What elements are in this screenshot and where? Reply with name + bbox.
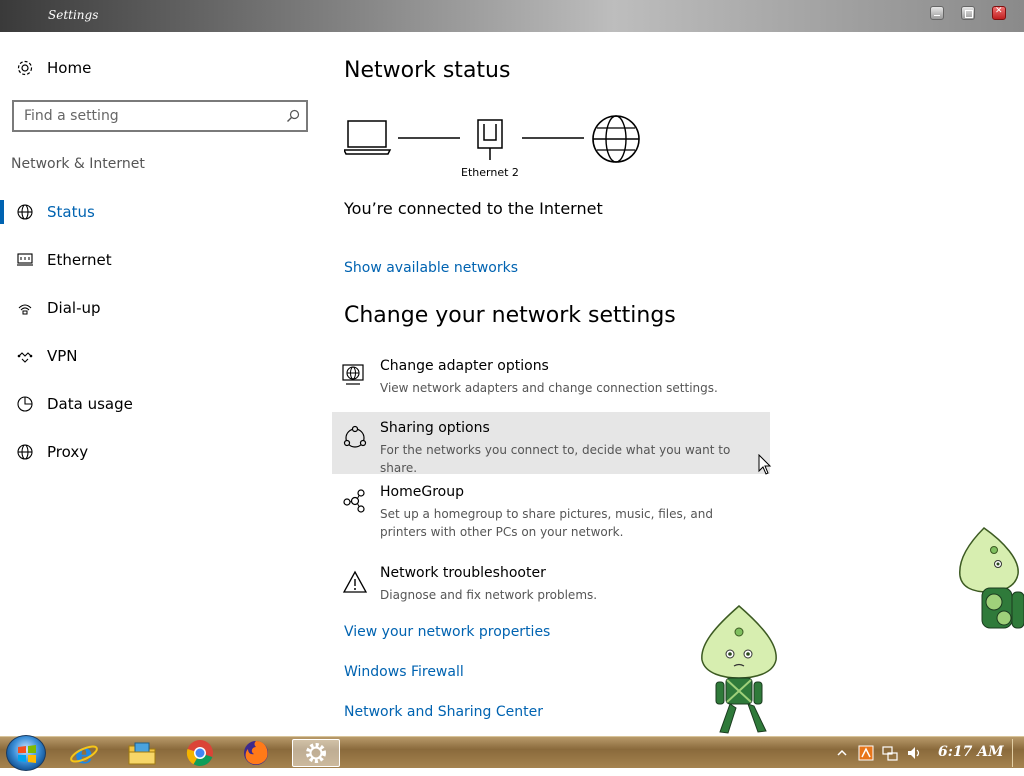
- data-usage-icon: [17, 396, 33, 412]
- ethernet-icon: [17, 253, 33, 266]
- chrome-icon: [186, 740, 213, 767]
- search-input[interactable]: [24, 107, 274, 125]
- network-tray-icon[interactable]: [882, 745, 898, 761]
- maximize-button[interactable]: [961, 6, 975, 20]
- volume-icon[interactable]: [906, 745, 922, 761]
- sidebar-item-home[interactable]: Home: [0, 48, 320, 88]
- tray-app-icon[interactable]: [858, 745, 874, 761]
- sidebar-item-label: Proxy: [47, 443, 89, 461]
- minimize-button[interactable]: [930, 6, 944, 20]
- close-button[interactable]: [992, 6, 1006, 20]
- network-properties-link[interactable]: View your network properties: [344, 624, 550, 640]
- dialup-icon: [18, 304, 32, 315]
- svg-text:e: e: [75, 739, 93, 767]
- sharing-center-link[interactable]: Network and Sharing Center: [344, 704, 543, 720]
- warning-icon: [342, 570, 368, 593]
- adapter-globe-icon: [342, 364, 364, 385]
- title-bar: Settings: [0, 0, 1024, 32]
- sidebar-item-label: Dial-up: [47, 299, 101, 317]
- show-desktop-button[interactable]: [1012, 739, 1022, 767]
- sidebar-item-label: Data usage: [47, 395, 133, 413]
- vpn-icon: [17, 352, 33, 363]
- sidebar-item-ethernet[interactable]: Ethernet: [0, 240, 320, 280]
- setting-description: For the networks you connect to, decide …: [380, 443, 731, 475]
- sidebar-item-data-usage[interactable]: Data usage: [0, 384, 320, 424]
- setting-description: Diagnose and fix network problems.: [380, 588, 598, 602]
- sidebar-item-vpn[interactable]: VPN: [0, 336, 320, 376]
- sidebar-item-dialup[interactable]: Dial-up: [0, 288, 320, 328]
- homegroup[interactable]: HomeGroup Set up a homegroup to share pi…: [332, 476, 770, 550]
- sidebar-item-label: Ethernet: [47, 251, 112, 269]
- file-explorer-icon: [128, 742, 156, 765]
- taskbar-chrome[interactable]: [180, 739, 220, 767]
- mascot-character-icon: [959, 527, 1024, 629]
- setting-title: Network troubleshooter: [380, 565, 546, 581]
- taskbar: e 6:17 AM: [0, 735, 1024, 771]
- firefox-icon: [244, 741, 268, 765]
- taskbar-settings[interactable]: [292, 739, 340, 767]
- taskbar-file-explorer[interactable]: [122, 739, 162, 767]
- clock[interactable]: 6:17 AM: [938, 744, 1004, 760]
- main-content: Network status Ethernet 2 You’re connect…: [320, 32, 1024, 736]
- sidebar-item-proxy[interactable]: Proxy: [0, 432, 320, 472]
- homegroup-icon: [343, 489, 365, 513]
- section-heading: Change your network settings: [344, 303, 676, 328]
- show-hidden-icons-icon[interactable]: [834, 745, 850, 761]
- window-title: Settings: [48, 8, 99, 22]
- setting-title: HomeGroup: [380, 484, 464, 500]
- globe-icon: [17, 204, 33, 220]
- adapter-label: Ethernet 2: [461, 166, 519, 179]
- globe-icon: [17, 444, 33, 460]
- mascot-character-icon: [701, 605, 777, 734]
- connection-status: You’re connected to the Internet: [344, 199, 603, 218]
- section-title: Network & Internet: [11, 156, 145, 172]
- network-diagram: Ethernet 2: [344, 115, 640, 179]
- windows-firewall-link[interactable]: Windows Firewall: [344, 664, 464, 680]
- page-title: Network status: [344, 58, 511, 83]
- start-button[interactable]: [6, 735, 46, 771]
- sidebar: Home Network & Internet Status Ethernet: [0, 32, 320, 736]
- ethernet-adapter-icon: [477, 119, 503, 160]
- setting-description: View network adapters and change connect…: [380, 381, 718, 395]
- sidebar-item-label: VPN: [47, 347, 78, 365]
- settings-gear-icon: [306, 743, 326, 763]
- sharing-options[interactable]: Sharing options For the networks you con…: [332, 412, 770, 475]
- sidebar-item-status[interactable]: Status: [0, 192, 320, 232]
- internet-explorer-icon: e: [70, 739, 98, 767]
- change-adapter-options[interactable]: Change adapter options View network adap…: [332, 350, 770, 412]
- internet-globe-icon: [592, 115, 640, 163]
- search-box[interactable]: [12, 100, 308, 132]
- setting-description: Set up a homegroup to share pictures, mu…: [380, 507, 713, 539]
- laptop-icon: [344, 120, 392, 155]
- setting-title: Change adapter options: [380, 358, 549, 374]
- mouse-cursor-icon: [758, 454, 772, 475]
- gear-icon: [17, 60, 33, 76]
- sidebar-item-label: Status: [47, 203, 95, 221]
- taskbar-internet-explorer[interactable]: e: [64, 739, 104, 767]
- setting-title: Sharing options: [380, 420, 490, 436]
- sharing-icon: [343, 425, 367, 448]
- windows-logo-icon: [18, 745, 36, 763]
- sidebar-item-label: Home: [47, 59, 92, 77]
- search-icon[interactable]: [286, 109, 300, 123]
- show-networks-link[interactable]: Show available networks: [344, 260, 518, 276]
- taskbar-firefox[interactable]: [236, 739, 276, 767]
